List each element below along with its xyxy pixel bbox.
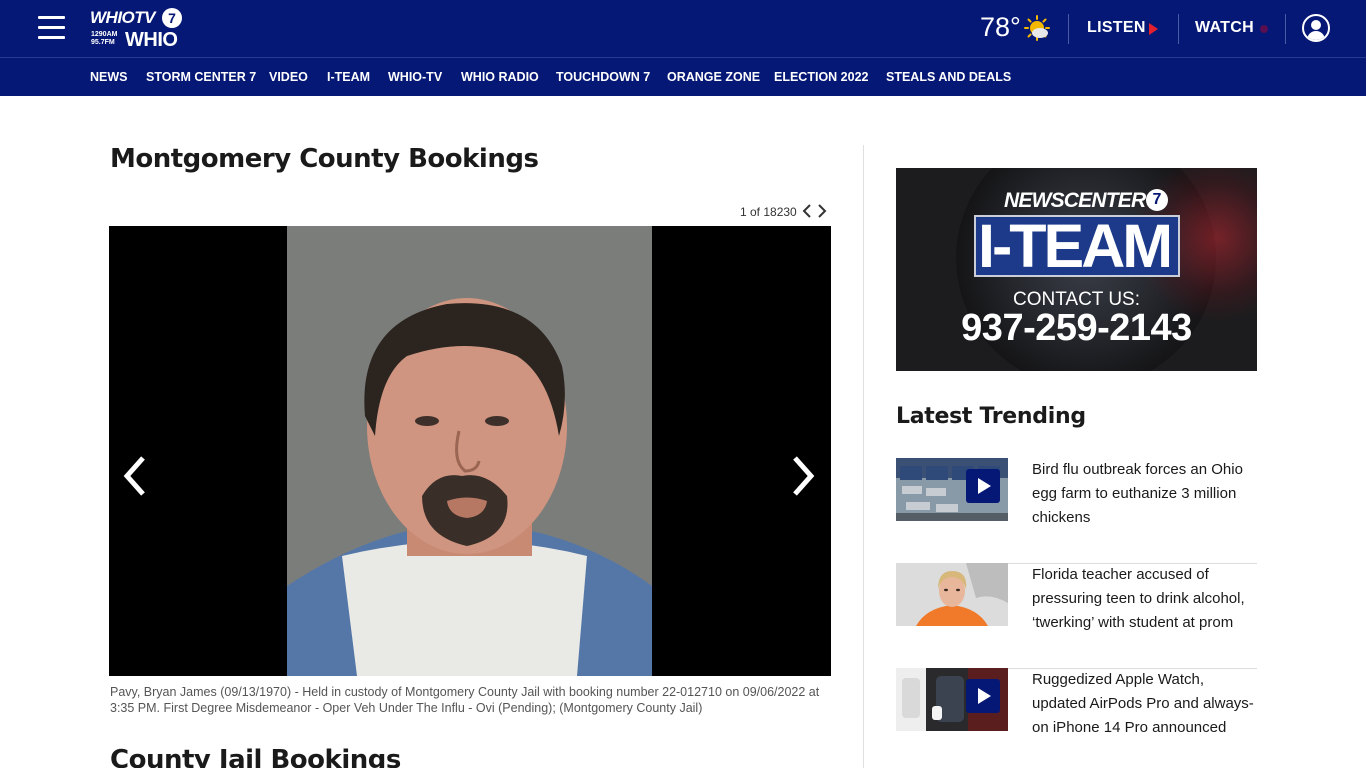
story-headline[interactable]: Bird flu outbreak forces an Ohio egg far… (1032, 458, 1257, 530)
ad-seven: 7 (1146, 189, 1168, 211)
trending-story[interactable]: Ruggedized Apple Watch, updated AirPods … (896, 668, 1257, 768)
listen-button[interactable]: LISTEN (1087, 19, 1146, 37)
ad-newscenter: NEWSCENTER (1004, 189, 1146, 212)
temperature[interactable]: 78° (980, 12, 1021, 43)
section-heading: County Jail Bookings (110, 745, 401, 768)
logo-line1: WHIOTV (90, 8, 156, 27)
trending-story[interactable]: Florida teacher accused of pressuring te… (896, 563, 1257, 669)
iteam-advertisement[interactable]: NEWSCENTER 7 I-TEAM CONTACT US: 937-259-… (896, 168, 1257, 371)
video-play-icon[interactable] (966, 469, 1000, 503)
photo-caption: Pavy, Bryan James (09/13/1970) - Held in… (110, 685, 820, 715)
nav-i-team[interactable]: I-TEAM (327, 70, 370, 84)
logo-seven: 7 (162, 8, 182, 28)
section-nav: NEWS STORM CENTER 7 VIDEO I-TEAM WHIO-TV… (0, 57, 1366, 96)
nav-news[interactable]: NEWS (90, 70, 128, 84)
story-headline[interactable]: Florida teacher accused of pressuring te… (1032, 563, 1257, 635)
story-thumbnail[interactable] (896, 668, 1008, 731)
ad-iteam: I-TEAM (978, 212, 1173, 280)
nav-storm-center-7[interactable]: STORM CENTER 7 (146, 70, 256, 84)
counter-prev-icon[interactable] (800, 203, 814, 219)
video-play-icon[interactable] (966, 679, 1000, 713)
watch-button[interactable]: WATCH (1195, 19, 1254, 37)
booking-photo (287, 226, 652, 676)
story-headline[interactable]: Ruggedized Apple Watch, updated AirPods … (1032, 668, 1257, 740)
story-thumbnail[interactable] (896, 458, 1008, 521)
nav-orange-zone[interactable]: ORANGE ZONE (667, 70, 760, 84)
story-thumbnail[interactable] (896, 563, 1008, 626)
nav-whio-tv[interactable]: WHIO-TV (388, 70, 442, 84)
trending-story[interactable]: Bird flu outbreak forces an Ohio egg far… (896, 458, 1257, 564)
counter-next-icon[interactable] (815, 203, 829, 219)
nav-election-2022[interactable]: ELECTION 2022 (774, 70, 868, 84)
top-header: WHIOTV 7 1290AM 95.7FM WHIO 78° LISTEN WA… (0, 0, 1366, 57)
play-icon[interactable] (1149, 23, 1158, 35)
account-icon[interactable] (1302, 14, 1330, 42)
logo-radio-freqs: 1290AM 95.7FM (91, 31, 118, 46)
whio-logo[interactable]: WHIOTV 7 1290AM 95.7FM WHIO (90, 8, 190, 51)
column-divider (863, 145, 864, 768)
nav-whio-radio[interactable]: WHIO RADIO (461, 70, 539, 84)
ad-phone: 937-259-2143 (961, 307, 1192, 349)
menu-icon[interactable] (38, 16, 65, 40)
gallery-next-arrow-icon[interactable] (789, 454, 819, 498)
header-divider (1285, 14, 1286, 44)
sun-cloud-icon[interactable] (1024, 15, 1050, 41)
photo-gallery[interactable] (109, 226, 831, 676)
logo-line2: WHIO (125, 29, 178, 51)
nav-touchdown-7[interactable]: TOUCHDOWN 7 (556, 70, 650, 84)
page-title: Montgomery County Bookings (110, 144, 539, 174)
nav-video[interactable]: VIDEO (269, 70, 308, 84)
gallery-prev-arrow-icon[interactable] (119, 454, 149, 498)
live-dot-icon (1260, 25, 1268, 33)
header-divider (1068, 14, 1069, 44)
trending-title: Latest Trending (896, 404, 1086, 429)
gallery-counter: 1 of 18230 (740, 205, 797, 219)
nav-steals-and-deals[interactable]: STEALS AND DEALS (886, 70, 1011, 84)
header-divider (1178, 14, 1179, 44)
